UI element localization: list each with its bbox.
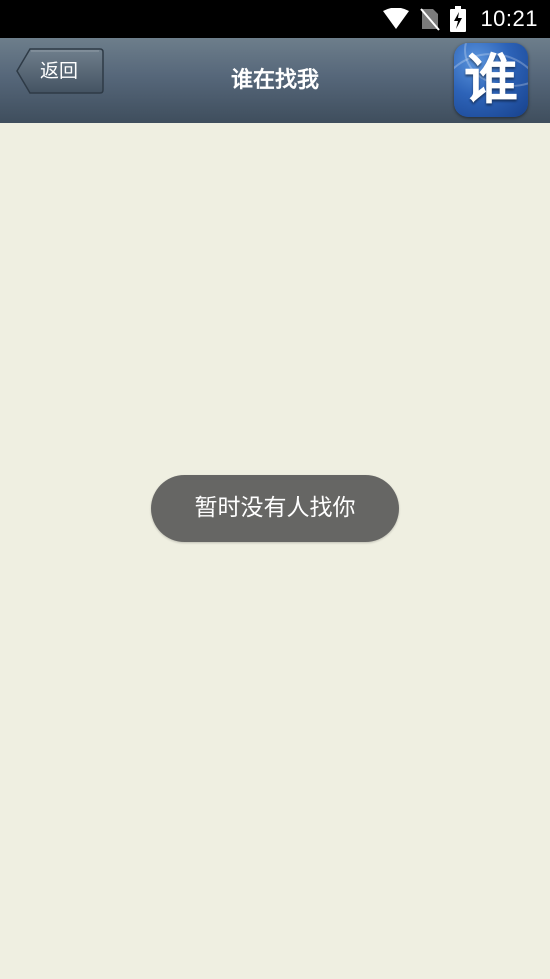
no-sim-icon [420,7,441,31]
toast-text: 暂时没有人找你 [194,495,356,521]
wifi-icon [382,8,410,30]
app-logo-text: 谁 [464,48,518,111]
title-bar: 返回 谁在找我 谁 [0,38,550,123]
toast-message: 暂时没有人找你 [151,475,399,542]
status-time: 10:21 [480,6,538,31]
status-icons: 10:21 [382,0,538,38]
back-button[interactable]: 返回 [16,48,104,94]
status-bar: 10:21 [0,0,550,38]
app-logo: 谁 [454,43,528,117]
battery-charging-icon [450,6,467,32]
back-label: 返回 [40,60,79,82]
content-area [0,123,550,979]
